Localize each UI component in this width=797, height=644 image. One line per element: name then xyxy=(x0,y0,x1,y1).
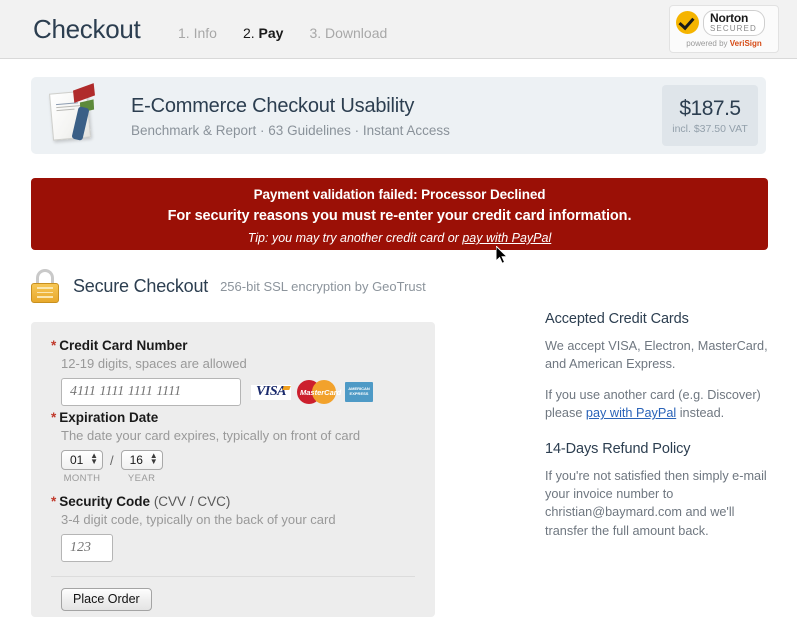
checkout-steps: 1. Info 2. Pay 3. Download xyxy=(178,25,387,41)
step-download-number: 3. xyxy=(309,25,321,41)
amex-logo-text: AMERICAN EXPRESS xyxy=(347,387,371,397)
step-info-label: Info xyxy=(194,25,217,41)
page-header: Checkout 1. Info 2. Pay 3. Download Nort… xyxy=(0,0,797,59)
norton-badge-row: Norton SECURED xyxy=(676,10,765,36)
step-pay-number: 2. xyxy=(243,25,255,41)
field-security-code: *Security Code (CVV / CVC) 3-4 digit cod… xyxy=(51,494,415,562)
expiration-year-group: 16 ▲▼ YEAR xyxy=(121,450,163,484)
product-vat-note: incl. $37.50 VAT xyxy=(672,123,747,135)
verisign-brand: VeriSign xyxy=(730,39,762,48)
price-box: $187.5 incl. $37.50 VAT xyxy=(662,85,758,146)
step-download-label: Download xyxy=(325,25,387,41)
security-code-label-text: Security Code xyxy=(59,494,150,509)
visa-logo-icon: VISA xyxy=(251,385,291,400)
padlock-icon xyxy=(30,269,60,303)
expiration-year-caption: YEAR xyxy=(128,473,155,484)
mastercard-logo-icon: MasterCard xyxy=(297,379,339,405)
refund-policy-paragraph: If you're not satisfied then simply e-ma… xyxy=(545,467,770,541)
credit-card-number-row: VISA MasterCard AMERICAN EXPRESS xyxy=(61,378,415,406)
field-credit-card-number: *Credit Card Number 12-19 digits, spaces… xyxy=(51,338,415,406)
expiration-year-select[interactable]: 16 xyxy=(121,450,163,470)
expiration-separator: / xyxy=(110,453,114,468)
field-expiration-date: *Expiration Date The date your card expi… xyxy=(51,410,415,484)
info-sidebar: Accepted Credit Cards We accept VISA, El… xyxy=(545,311,770,552)
accepted-cards-paragraph-1: We accept VISA, Electron, MasterCard, an… xyxy=(545,337,770,374)
product-subtitle: Benchmark & Report · 63 Guidelines · Ins… xyxy=(131,123,662,138)
refund-policy-heading: 14-Days Refund Policy xyxy=(545,441,770,457)
error-line-2: For security reasons you must re-enter y… xyxy=(31,208,768,224)
expiration-date-label-text: Expiration Date xyxy=(59,410,158,425)
step-info-number: 1. xyxy=(178,25,190,41)
security-code-label: *Security Code (CVV / CVC) xyxy=(51,494,415,509)
secure-checkout-title: Secure Checkout xyxy=(73,276,208,297)
expiration-month-select[interactable]: 01 xyxy=(61,450,103,470)
secure-checkout-header: Secure Checkout 256-bit SSL encryption b… xyxy=(30,269,426,303)
required-marker-icon: * xyxy=(51,410,56,425)
accepted-cards-heading: Accepted Credit Cards xyxy=(545,311,770,327)
required-marker-icon: * xyxy=(51,494,56,509)
product-title: E-Commerce Checkout Usability xyxy=(131,95,662,118)
security-code-label-soft: (CVV / CVC) xyxy=(154,494,231,509)
product-thumbnail-icon xyxy=(49,85,105,146)
padlock-body-shape xyxy=(31,283,59,303)
error-tip-line: Tip: you may try another credit card or … xyxy=(31,231,768,245)
norton-brand-name: Norton xyxy=(710,12,757,25)
expiration-date-hint: The date your card expires, typically on… xyxy=(61,428,415,443)
norton-secured-label: SECURED xyxy=(710,25,757,33)
page-title: Checkout xyxy=(33,14,140,45)
security-code-row xyxy=(61,534,415,562)
error-line-1: Payment validation failed: Processor Dec… xyxy=(31,187,768,202)
step-info[interactable]: 1. Info xyxy=(178,25,217,41)
product-info: E-Commerce Checkout Usability Benchmark … xyxy=(105,77,662,154)
expiration-month-box[interactable]: 01 ▲▼ xyxy=(61,450,103,470)
sidebar-paypal-link[interactable]: pay with PayPal xyxy=(586,406,676,420)
checkmark-icon xyxy=(676,11,699,34)
place-order-button[interactable]: Place Order xyxy=(61,588,152,611)
expiration-year-box[interactable]: 16 ▲▼ xyxy=(121,450,163,470)
norton-badge-pill: Norton SECURED xyxy=(703,10,765,36)
error-paypal-link[interactable]: pay with PayPal xyxy=(462,231,551,245)
step-pay[interactable]: 2. Pay xyxy=(243,25,284,41)
accepted-card-logos: VISA MasterCard AMERICAN EXPRESS xyxy=(251,379,373,405)
accepted-cards-paragraph-2: If you use another card (e.g. Discover) … xyxy=(545,386,770,423)
step-download[interactable]: 3. Download xyxy=(309,25,387,41)
form-divider xyxy=(51,576,415,577)
credit-card-number-input[interactable] xyxy=(61,378,241,406)
product-price: $187.5 xyxy=(679,97,740,121)
product-summary-bar: E-Commerce Checkout Usability Benchmark … xyxy=(31,77,766,154)
expiration-month-group: 01 ▲▼ MONTH xyxy=(61,450,103,484)
credit-card-number-label-text: Credit Card Number xyxy=(59,338,187,353)
expiration-date-label: *Expiration Date xyxy=(51,410,415,425)
payment-form-panel: *Credit Card Number 12-19 digits, spaces… xyxy=(31,322,435,617)
accepted-cards-para2-suffix: instead. xyxy=(676,406,724,420)
norton-secured-badge[interactable]: Norton SECURED powered by VeriSign xyxy=(669,5,779,53)
security-code-input[interactable] xyxy=(61,534,113,562)
credit-card-number-label: *Credit Card Number xyxy=(51,338,415,353)
required-marker-icon: * xyxy=(51,338,56,353)
expiration-date-row: 01 ▲▼ MONTH / 16 ▲▼ YEAR xyxy=(61,450,415,484)
norton-powered-prefix: powered by xyxy=(686,39,730,48)
norton-powered-by: powered by VeriSign xyxy=(670,39,778,48)
error-tip-text: Tip: you may try another credit card or xyxy=(248,231,463,245)
step-pay-label: Pay xyxy=(259,25,284,41)
credit-card-number-hint: 12-19 digits, spaces are allowed xyxy=(61,356,415,371)
mastercard-logo-text: MasterCard xyxy=(300,388,336,397)
refund-policy-block: 14-Days Refund Policy If you're not sati… xyxy=(545,441,770,541)
amex-logo-icon: AMERICAN EXPRESS xyxy=(345,382,373,402)
security-code-hint: 3-4 digit code, typically on the back of… xyxy=(61,512,415,527)
mouse-cursor-icon xyxy=(496,246,510,266)
payment-error-banner: Payment validation failed: Processor Dec… xyxy=(31,178,768,250)
expiration-month-caption: MONTH xyxy=(64,473,101,484)
secure-checkout-subtitle: 256-bit SSL encryption by GeoTrust xyxy=(220,279,426,294)
